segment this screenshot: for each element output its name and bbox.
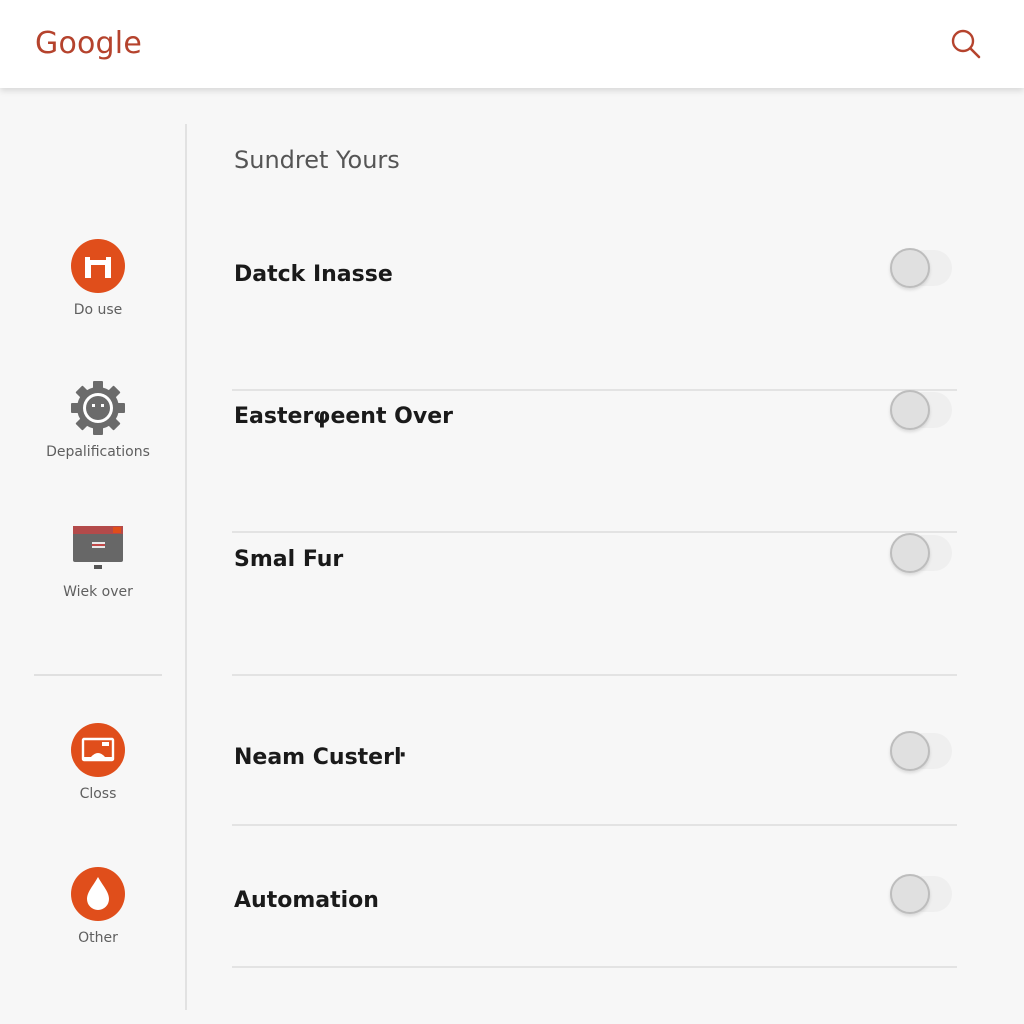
setting-row: Datck Inasse — [232, 248, 957, 391]
sidebar-item-label: Depalifications — [46, 444, 150, 460]
sidebar-item-label: Wiek over — [63, 584, 133, 600]
sidebar-item-wiek-over[interactable]: Wiek over — [30, 520, 166, 616]
app-header: Google — [0, 0, 1024, 88]
drop-icon — [70, 866, 126, 922]
sidebar-item-other[interactable]: Other — [30, 866, 166, 962]
toggle-knob — [890, 874, 930, 914]
setting-label: Automation — [234, 888, 379, 913]
sidebar-item-do-use[interactable]: Do use — [30, 238, 166, 334]
section-title: Sundret Yours — [234, 146, 400, 174]
setting-toggle[interactable] — [888, 731, 954, 771]
setting-row: Easterφeent Over — [232, 390, 957, 533]
search-button[interactable] — [948, 26, 984, 62]
setting-toggle[interactable] — [888, 248, 954, 288]
sidebar-divider — [185, 124, 187, 1010]
monitor-icon — [70, 520, 126, 576]
toggle-knob — [890, 533, 930, 573]
setting-row: Smal Fur — [232, 533, 957, 676]
setting-toggle[interactable] — [888, 533, 954, 573]
row-divider — [232, 674, 957, 676]
setting-row: Automation — [232, 874, 957, 968]
setting-label: Easterφeent Over — [234, 404, 453, 429]
sidebar-item-label: Other — [78, 930, 118, 946]
search-icon — [951, 29, 981, 59]
card-icon — [70, 722, 126, 778]
sidebar-section-divider — [34, 674, 162, 676]
sidebar-item-depalifications[interactable]: Depalifications — [30, 380, 166, 476]
toggle-knob — [890, 731, 930, 771]
google-logo[interactable]: Google — [35, 26, 142, 61]
toggle-knob — [890, 390, 930, 430]
row-divider — [232, 966, 957, 968]
setting-toggle[interactable] — [888, 874, 954, 914]
setting-label: Datck Inasse — [234, 262, 393, 287]
setting-toggle[interactable] — [888, 390, 954, 430]
sidebar-item-label: Closs — [79, 786, 117, 802]
setting-label: Smal Fur — [234, 547, 344, 572]
row-divider — [232, 824, 957, 826]
setting-row: Neam Custerŀ — [232, 731, 957, 826]
gear-icon — [70, 380, 126, 436]
sidebar-item-label: Do use — [73, 302, 123, 318]
sidebar-item-closs[interactable]: Closs — [30, 722, 166, 818]
setting-label: Neam Custerŀ — [234, 745, 407, 770]
toggle-knob — [890, 248, 930, 288]
app-icon — [70, 238, 126, 294]
